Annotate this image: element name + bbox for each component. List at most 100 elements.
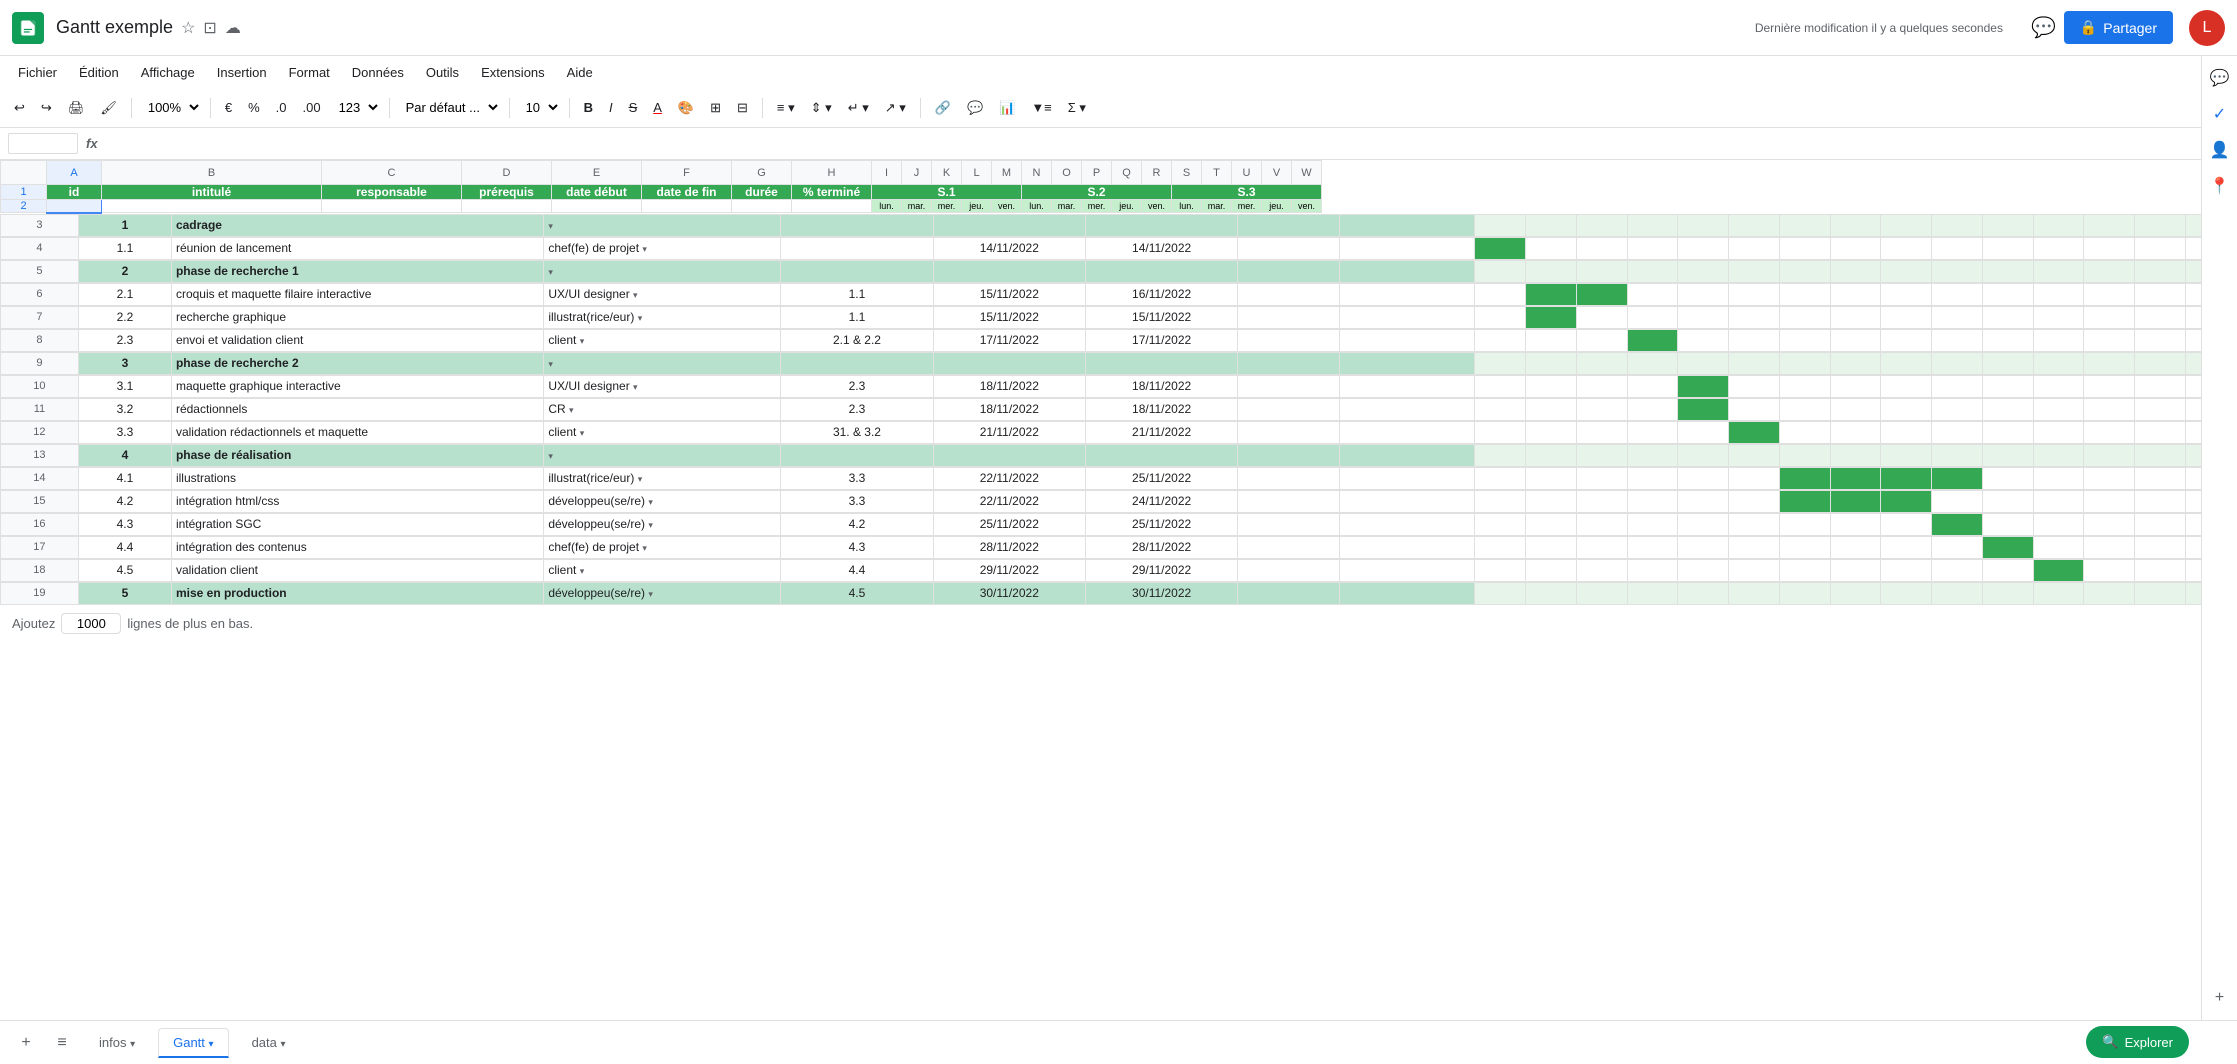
decimal-less-button[interactable]: .0 [270,96,293,119]
menu-fichier[interactable]: Fichier [8,61,67,84]
cell-intitule[interactable]: phase de réalisation [171,444,543,466]
cell-intitule[interactable]: intégration SGC [171,513,543,535]
cell-date-fin[interactable]: 17/11/2022 [1085,329,1237,351]
cell-responsable[interactable]: développeu(se/re) ▾ [544,582,781,604]
cell-H2[interactable] [792,200,872,213]
cell-intitule[interactable]: illustrations [171,467,543,489]
cell-prerequis[interactable]: 4.4 [781,559,933,581]
cell-pct[interactable] [1339,283,1474,305]
cell-prerequis[interactable] [781,214,933,236]
cell-duree[interactable] [1238,582,1340,604]
cell-prerequis[interactable] [781,260,933,282]
cell-id[interactable]: 4 [78,444,171,466]
cell-pct[interactable] [1339,559,1474,581]
cell-duree[interactable] [1238,444,1340,466]
cell-pct[interactable] [1339,444,1474,466]
cell-date-debut[interactable]: 30/11/2022 [933,582,1085,604]
cell-G1[interactable]: durée [732,185,792,200]
col-header-H[interactable]: H [792,161,872,185]
cell-prerequis[interactable]: 1.1 [781,283,933,305]
col-header-K[interactable]: K [932,161,962,185]
cell-prerequis[interactable]: 4.5 [781,582,933,604]
cell-date-debut[interactable]: 18/11/2022 [933,375,1085,397]
cell-id[interactable]: 2 [78,260,171,282]
tab-data[interactable]: data ▾ [237,1028,301,1057]
folder-icon[interactable]: ⊡ [203,18,216,38]
panel-person-icon[interactable]: 👤 [2206,136,2234,164]
share-button[interactable]: 🔒 Partager [2064,11,2173,44]
bold-button[interactable]: B [578,96,599,119]
cell-date-debut[interactable] [933,214,1085,236]
borders-button[interactable]: ⊞ [704,96,727,120]
cell-date-fin[interactable]: 29/11/2022 [1085,559,1237,581]
cell-id[interactable]: 4.4 [78,536,171,558]
cell-responsable[interactable]: UX/UI designer ▾ [544,375,781,397]
cell-pct[interactable] [1339,214,1474,236]
col-header-Q[interactable]: Q [1112,161,1142,185]
cell-duree[interactable] [1238,375,1340,397]
cell-responsable[interactable]: ▾ [544,444,781,466]
col-header-R[interactable]: R [1142,161,1172,185]
cell-intitule[interactable]: phase de recherche 2 [171,352,543,374]
panel-chat-icon[interactable]: 💬 [2206,64,2234,92]
font-color-button[interactable]: A [647,96,668,119]
panel-plus-icon[interactable]: + [2206,984,2234,1012]
menu-affichage[interactable]: Affichage [131,61,205,84]
cell-pct[interactable] [1339,306,1474,328]
cell-H1[interactable]: % terminé [792,185,872,200]
cell-date-debut[interactable]: 21/11/2022 [933,421,1085,443]
cell-D2[interactable] [462,200,552,213]
cell-duree[interactable] [1238,398,1340,420]
cell-reference[interactable]: A1:A2 [8,133,78,154]
cell-prerequis[interactable] [781,352,933,374]
cell-prerequis[interactable]: 2.3 [781,398,933,420]
currency-button[interactable]: € [219,96,238,119]
cell-prerequis[interactable]: 2.3 [781,375,933,397]
print-button[interactable]: 🖨 [62,96,91,120]
valign-button[interactable]: ⇕ ▾ [805,96,838,120]
col-header-B[interactable]: B [102,161,322,185]
cell-id[interactable]: 2.1 [78,283,171,305]
cell-responsable[interactable]: développeu(se/re) ▾ [544,513,781,535]
cell-intitule[interactable]: recherche graphique [171,306,543,328]
link-button[interactable]: 🔗 [929,96,957,120]
col-header-D[interactable]: D [462,161,552,185]
explorer-button[interactable]: 🔍 Explorer [2086,1026,2189,1058]
comment-button[interactable]: 💬 [961,96,989,120]
cell-id[interactable]: 1 [78,214,171,236]
cell-intitule[interactable]: envoi et validation client [171,329,543,351]
cell-pct[interactable] [1339,467,1474,489]
cell-id[interactable]: 4.1 [78,467,171,489]
panel-map-icon[interactable]: 📍 [2206,172,2234,200]
cell-A1[interactable]: id [47,185,102,200]
cell-responsable[interactable]: ▾ [544,352,781,374]
cell-G2[interactable] [732,200,792,213]
cell-intitule[interactable]: rédactionnels [171,398,543,420]
sheets-list-button[interactable]: ≡ [48,1029,76,1057]
col-header-W[interactable]: W [1292,161,1322,185]
cell-B1[interactable]: intitulé [102,185,322,200]
cell-intitule[interactable]: intégration des contenus [171,536,543,558]
col-header-A[interactable]: A [47,161,102,185]
cell-duree[interactable] [1238,260,1340,282]
cell-responsable[interactable]: illustrat(rice/eur) ▾ [544,306,781,328]
redo-button[interactable]: ↪ [35,96,58,120]
cell-date-debut[interactable]: 29/11/2022 [933,559,1085,581]
cell-date-fin[interactable] [1085,260,1237,282]
cell-date-debut[interactable]: 22/11/2022 [933,490,1085,512]
cell-pct[interactable] [1339,398,1474,420]
cell-intitule[interactable]: croquis et maquette filaire interactive [171,283,543,305]
menu-insertion[interactable]: Insertion [207,61,277,84]
cell-E1[interactable]: date début [552,185,642,200]
cell-responsable[interactable]: ▾ [544,260,781,282]
cell-responsable[interactable]: client ▾ [544,329,781,351]
menu-extensions[interactable]: Extensions [471,61,555,84]
cell-date-debut[interactable] [933,260,1085,282]
user-avatar[interactable]: L [2189,10,2225,46]
cell-date-fin[interactable]: 25/11/2022 [1085,467,1237,489]
cell-id[interactable]: 3.1 [78,375,171,397]
add-rows-input[interactable] [61,613,121,634]
cell-duree[interactable] [1238,536,1340,558]
cell-date-debut[interactable] [933,352,1085,374]
cell-duree[interactable] [1238,467,1340,489]
